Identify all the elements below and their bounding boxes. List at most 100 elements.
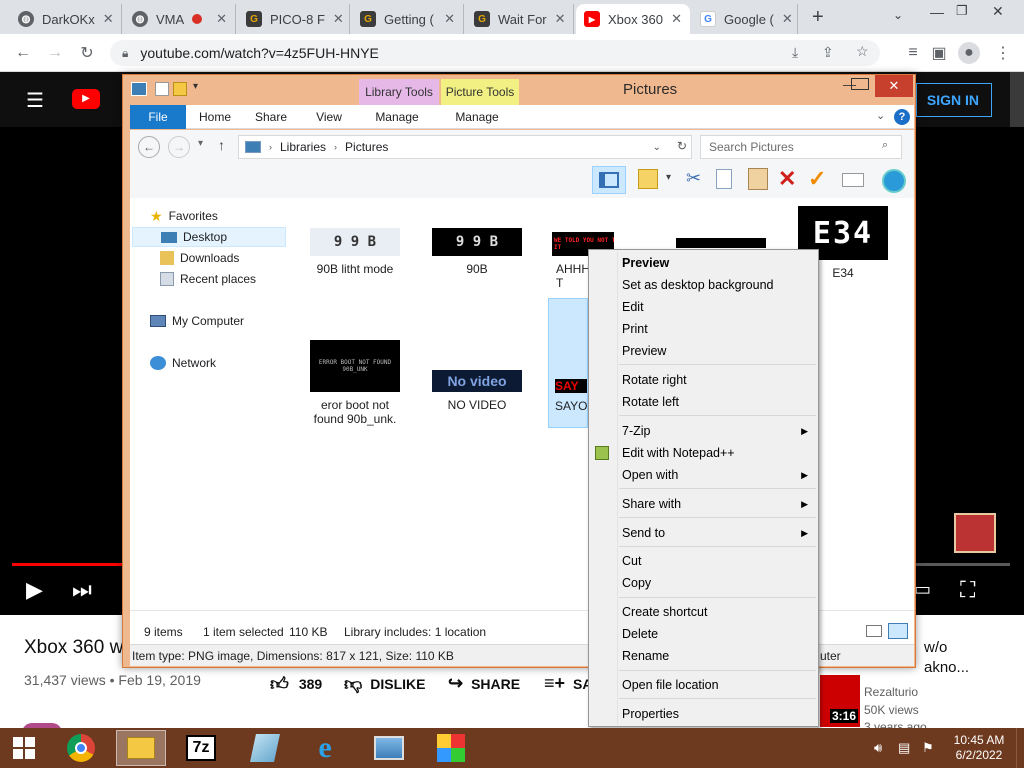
hamburger-menu-icon[interactable]: ☰	[26, 88, 44, 113]
browser-tab[interactable]: G Getting ( ✕	[352, 4, 464, 34]
menu-item-print[interactable]: Print	[589, 318, 818, 340]
large-icons-view-icon[interactable]	[888, 623, 908, 639]
help-icon[interactable]: ?	[894, 109, 910, 125]
close-window-icon[interactable]: ✕	[875, 75, 913, 97]
nav-favorites[interactable]: ★ Favorites	[150, 206, 218, 226]
rename-icon[interactable]	[842, 173, 864, 187]
menu-item-delete[interactable]: Delete	[589, 623, 818, 645]
paint-taskbar-button[interactable]	[426, 730, 476, 766]
close-tab-icon[interactable]: ✕	[671, 11, 682, 27]
miniplayer-icon[interactable]: ▭	[914, 579, 931, 600]
menu-kebab-icon[interactable]: ⋮	[992, 42, 1014, 64]
breadcrumb-pictures[interactable]: Pictures	[345, 140, 388, 154]
tab-search-icon[interactable]: ⌄	[893, 8, 903, 22]
nav-recent-places[interactable]: Recent places	[160, 269, 256, 289]
nav-my-computer[interactable]: My Computer	[150, 311, 244, 331]
install-icon[interactable]: ⤓	[792, 44, 798, 61]
recommended-channel[interactable]: Rezalturio	[864, 685, 918, 699]
tab-manage-picture[interactable]: Manage	[446, 105, 508, 129]
menu-item-rename[interactable]: Rename	[589, 645, 818, 667]
file-item[interactable]: 9 9 B 90B	[432, 228, 522, 276]
menu-item-open-file-location[interactable]: Open file location	[589, 674, 818, 696]
close-tab-icon[interactable]: ✕	[444, 11, 455, 27]
bookmark-star-icon[interactable]: ☆	[856, 43, 869, 60]
library-tools-tab[interactable]: Library Tools	[359, 79, 439, 105]
progress-bar-played[interactable]	[12, 563, 122, 566]
browser-tab[interactable]: G Wait For ✕	[466, 4, 574, 34]
sign-in-button[interactable]: SIGN IN	[916, 83, 992, 117]
menu-item-properties[interactable]: Properties	[589, 703, 818, 725]
next-icon[interactable]: ⏭︎	[72, 577, 92, 603]
recommended-thumbnail[interactable]: 3:16	[820, 675, 860, 727]
network-tray-icon[interactable]: ▤	[898, 740, 910, 756]
browser-tab-active[interactable]: ▶ Xbox 360 ✕	[576, 4, 690, 34]
tab-view[interactable]: View	[306, 105, 352, 129]
forward-icon[interactable]: →	[168, 136, 190, 158]
paste-icon[interactable]	[748, 168, 768, 190]
preview-pane-icon[interactable]	[592, 166, 626, 194]
chrome-taskbar-button[interactable]	[56, 730, 106, 766]
address-bar[interactable]: 🔒︎ youtube.com/watch?v=4z5FUH-HNYE ⤓ ⇪ ☆	[110, 40, 880, 66]
menu-item-preview-default[interactable]: Preview	[589, 252, 818, 274]
search-input[interactable]: Search Pictures	[700, 135, 902, 159]
up-icon[interactable]: ↑	[218, 137, 225, 153]
maximize-icon[interactable]	[851, 78, 869, 90]
menu-item-cut[interactable]: Cut	[589, 550, 818, 572]
back-icon[interactable]: ←	[12, 42, 34, 64]
new-tab-button[interactable]: +	[812, 6, 824, 29]
back-icon[interactable]: ←	[138, 136, 160, 158]
reading-list-icon[interactable]: ≡	[902, 42, 924, 64]
volume-icon[interactable]: 🔊︎	[874, 740, 882, 756]
menu-item-open-with[interactable]: Open with ▶	[589, 464, 818, 486]
minimize-icon[interactable]: —	[930, 4, 944, 20]
thumbnail[interactable]	[676, 238, 766, 248]
search-icon[interactable]: ⌕	[882, 139, 888, 152]
menu-item-7zip[interactable]: 7-Zip ▶	[589, 420, 818, 442]
cut-icon[interactable]: ✂	[686, 168, 701, 189]
details-view-icon[interactable]	[866, 625, 882, 637]
tab-manage-library[interactable]: Manage	[366, 105, 428, 129]
refresh-icon[interactable]: ↻	[677, 139, 687, 153]
menu-item-set-desktop-background[interactable]: Set as desktop background	[589, 274, 818, 296]
file-item-selected[interactable]: SAY SAYO	[548, 298, 588, 428]
recommended-title-2[interactable]: akno...	[924, 659, 969, 676]
side-panel-icon[interactable]: ▣	[928, 42, 950, 64]
copy-icon[interactable]	[716, 169, 732, 189]
file-item[interactable]: 9 9 B 90B litht mode	[310, 228, 400, 276]
globe-icon[interactable]	[882, 169, 906, 193]
menu-item-preview[interactable]: Preview	[589, 340, 818, 362]
menu-item-edit-notepadpp[interactable]: Edit with Notepad++	[589, 442, 818, 464]
close-tab-icon[interactable]: ✕	[555, 11, 566, 27]
properties-icon[interactable]	[155, 82, 169, 96]
breadcrumb[interactable]: › Libraries › Pictures ⌄ ↻	[238, 135, 692, 159]
clock[interactable]: 10:45 AM 6/2/2022	[950, 733, 1008, 763]
browser-tab[interactable]: ◍ DarkOKx ✕	[10, 4, 122, 34]
close-tab-icon[interactable]: ✕	[782, 11, 793, 27]
like-button[interactable]: 👍︎ 389	[270, 673, 322, 695]
checkmark-icon[interactable]: ✓	[808, 166, 826, 192]
channel-watermark-icon[interactable]	[954, 513, 996, 553]
menu-item-create-shortcut[interactable]: Create shortcut	[589, 601, 818, 623]
close-tab-icon[interactable]: ✕	[103, 11, 114, 27]
tab-share[interactable]: Share	[248, 105, 294, 129]
new-folder-icon[interactable]	[173, 82, 187, 96]
nav-desktop[interactable]: Desktop	[132, 227, 286, 247]
close-tab-icon[interactable]: ✕	[333, 11, 344, 27]
nav-network[interactable]: Network	[150, 353, 216, 373]
browser-tab[interactable]: ◍ VMA ✕	[124, 4, 236, 34]
fullscreen-icon[interactable]: ⛶	[960, 577, 975, 603]
sevenzip-taskbar-button[interactable]: 7z	[176, 730, 226, 766]
close-window-icon[interactable]: ✕	[992, 3, 1004, 20]
ie-taskbar-button[interactable]: e	[300, 730, 350, 766]
customize-qat-icon[interactable]: ▾	[193, 81, 198, 92]
explorer-taskbar-button[interactable]	[116, 730, 166, 766]
action-center-icon[interactable]: ⚑	[922, 740, 934, 756]
start-button[interactable]	[0, 730, 48, 766]
youtube-logo-icon[interactable]: ▶	[72, 89, 100, 109]
file-item[interactable]: ERROR BOOT NOT FOUND 90B_UNK eror boot n…	[310, 340, 400, 426]
restore-icon[interactable]: ❐	[956, 3, 968, 19]
menu-item-rotate-left[interactable]: Rotate left	[589, 391, 818, 413]
reload-icon[interactable]: ↻	[76, 42, 98, 64]
nav-downloads[interactable]: Downloads	[160, 248, 239, 268]
photos-taskbar-button[interactable]	[364, 730, 414, 766]
